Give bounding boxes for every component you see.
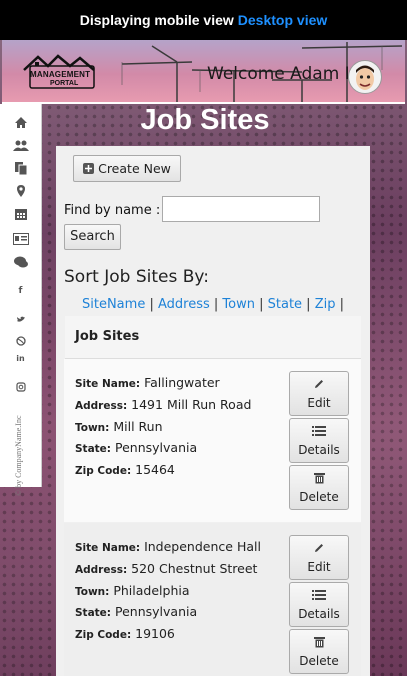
plus-square-icon — [83, 163, 95, 174]
details-button[interactable]: Details — [289, 418, 349, 463]
state-value: Pennsylvania — [115, 604, 198, 619]
edit-label: Edit — [307, 560, 331, 574]
zip-label: Zip Code: — [75, 629, 132, 641]
find-by-name-input[interactable] — [162, 196, 320, 222]
town-label: Town: — [75, 422, 110, 434]
edit-button[interactable]: Edit — [289, 535, 349, 580]
state-label: State: — [75, 443, 112, 455]
desktop-view-link[interactable]: Desktop view — [238, 12, 327, 28]
address-field: Address: 1491 Mill Run Road — [75, 397, 251, 412]
users-icon[interactable] — [0, 137, 41, 156]
trash-icon — [313, 637, 325, 648]
find-by-name-label: Find by name : — [64, 203, 161, 218]
header-banner: MANAGEMENT PORTAL Welcome Adam I — [2, 40, 405, 104]
list-icon — [312, 426, 326, 436]
state-label: State: — [75, 607, 112, 619]
town-value: Mill Run — [113, 419, 163, 434]
welcome-message: Welcome Adam I — [207, 64, 350, 84]
twitter-icon[interactable] — [0, 309, 41, 328]
zip-label: Zip Code: — [75, 465, 132, 477]
town-value: Philadelphia — [113, 583, 190, 598]
documents-icon[interactable] — [0, 160, 41, 179]
delete-label: Delete — [299, 490, 339, 504]
town-label: Town: — [75, 586, 110, 598]
id-card-icon[interactable] — [0, 230, 41, 249]
page-title: Job Sites — [140, 104, 270, 136]
view-mode-text: Displaying mobile view — [79, 12, 234, 28]
search-button[interactable]: Search — [64, 224, 121, 250]
sort-by-address-link[interactable]: Address — [158, 297, 210, 312]
avatar-face-icon — [356, 65, 374, 90]
sort-links: SiteName | Address | Town | State | Zip … — [82, 297, 344, 312]
content-panel: Create New Find by name : Search Sort Jo… — [56, 146, 370, 676]
facebook-icon[interactable]: f — [0, 286, 41, 296]
sort-heading: Sort Job Sites By: — [64, 267, 209, 287]
create-new-label: Create New — [98, 161, 171, 176]
create-new-button[interactable]: Create New — [73, 155, 181, 182]
address-value: 520 Chestnut Street — [131, 561, 258, 576]
address-label: Address: — [75, 564, 128, 576]
pencil-icon — [315, 544, 323, 552]
sort-by-state-link[interactable]: State — [268, 297, 302, 312]
pencil-icon — [315, 380, 323, 388]
linkedin-icon[interactable]: in — [0, 354, 41, 363]
dribbble-icon[interactable] — [0, 331, 41, 350]
address-field: Address: 520 Chestnut Street — [75, 561, 257, 576]
list-header-title: Job Sites — [75, 329, 140, 344]
logo-text-portal: PORTAL — [50, 80, 79, 87]
address-value: 1491 Mill Run Road — [131, 397, 252, 412]
zip-field: Zip Code: 19106 — [75, 626, 175, 641]
details-button[interactable]: Details — [289, 582, 349, 627]
instagram-icon[interactable] — [0, 377, 41, 396]
town-field: Town: Mill Run — [75, 419, 163, 434]
edit-button[interactable]: Edit — [289, 371, 349, 416]
zip-value: 15464 — [135, 462, 175, 477]
delete-label: Delete — [299, 654, 339, 668]
zip-value: 19106 — [135, 626, 175, 641]
site-name-label: Site Name: — [75, 378, 141, 390]
user-avatar[interactable] — [348, 60, 382, 94]
address-label: Address: — [75, 400, 128, 412]
state-field: State: Pennsylvania — [75, 604, 197, 619]
details-label: Details — [298, 443, 340, 457]
sort-by-town-link[interactable]: Town — [222, 297, 255, 312]
site-name-field: Site Name: Independence Hall — [75, 539, 261, 554]
trash-icon — [313, 473, 325, 484]
state-value: Pennsylvania — [115, 440, 198, 455]
edit-label: Edit — [307, 396, 331, 410]
zip-field: Zip Code: 15464 — [75, 462, 175, 477]
comments-icon[interactable] — [0, 254, 41, 273]
site-name-field: Site Name: Fallingwater — [75, 375, 220, 390]
delete-button[interactable]: Delete — [289, 629, 349, 674]
site-name-value: Independence Hall — [144, 539, 261, 554]
map-marker-icon[interactable] — [0, 183, 41, 202]
state-field: State: Pennsylvania — [75, 440, 197, 455]
site-name-label: Site Name: — [75, 542, 141, 554]
side-navigation: f in © by CompanyName.Inc — [0, 104, 42, 496]
list-icon — [312, 590, 326, 600]
sort-by-zip-link[interactable]: Zip — [315, 297, 336, 312]
details-label: Details — [298, 607, 340, 621]
town-field: Town: Philadelphia — [75, 583, 190, 598]
job-site-card: Site Name: Independence Hall Address: 52… — [64, 523, 361, 676]
job-site-card: Site Name: Fallingwater Address: 1491 Mi… — [64, 359, 361, 522]
view-mode-bar: Displaying mobile view Desktop view — [0, 0, 407, 40]
copyright-text: © by CompanyName.Inc — [14, 415, 23, 496]
site-name-value: Fallingwater — [144, 375, 220, 390]
management-portal-logo[interactable]: MANAGEMENT PORTAL — [22, 52, 102, 90]
logo-text-management: MANAGEMENT — [30, 70, 91, 79]
job-sites-list-header: Job Sites — [65, 316, 361, 359]
delete-button[interactable]: Delete — [289, 465, 349, 510]
sort-by-sitename-link[interactable]: SiteName — [82, 297, 145, 312]
calendar-icon[interactable] — [0, 206, 41, 225]
home-icon[interactable] — [0, 114, 41, 133]
